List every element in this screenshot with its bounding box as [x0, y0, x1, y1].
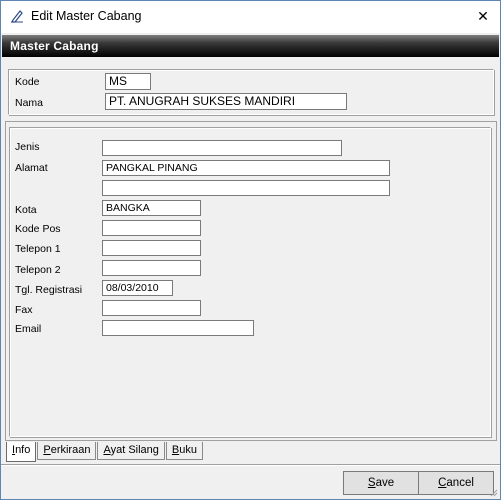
tab-perkiraan[interactable]: Perkiraan: [37, 442, 97, 460]
email-field[interactable]: [102, 320, 254, 336]
telepon1-field[interactable]: [102, 240, 201, 256]
save-label: ave: [375, 477, 395, 489]
kode-pos-label: Kode Pos: [15, 223, 61, 235]
alamat-line2-field[interactable]: [102, 180, 390, 196]
footer-separator: [1, 464, 500, 466]
edit-master-cabang-window: Edit Master Cabang ✕ Master Cabang Kode …: [0, 0, 501, 500]
tgl-label-rest: l. Registrasi: [27, 284, 83, 296]
telepon2-label: Telepon 2: [15, 264, 61, 276]
tab-ayat-silang[interactable]: Ayat Silang: [97, 442, 165, 460]
close-button[interactable]: ✕: [472, 5, 494, 27]
tab-info-label: nfo: [15, 444, 31, 456]
tgl-registrasi-label: Tgl. Registrasi: [15, 284, 82, 296]
kode-pos-field[interactable]: [102, 220, 201, 236]
tab-buku-label: uku: [179, 444, 197, 456]
tab-ayat-accel: A: [103, 444, 111, 456]
close-icon: ✕: [477, 7, 489, 24]
tab-perkiraan-accel: P: [43, 444, 51, 456]
save-accel: S: [367, 477, 376, 489]
telepon1-label: Telepon 1: [15, 243, 61, 255]
fax-label: Fax: [15, 304, 33, 316]
jenis-field[interactable]: [102, 140, 342, 156]
save-button[interactable]: Save: [343, 471, 419, 495]
tgl-registrasi-field[interactable]: 08/03/2010: [102, 280, 173, 296]
nama-label: Nama: [15, 97, 44, 109]
cancel-accel: C: [438, 477, 447, 489]
kota-field[interactable]: BANGKA: [102, 200, 201, 216]
cancel-button[interactable]: Cancel: [418, 471, 494, 495]
fax-field[interactable]: [102, 300, 201, 316]
jenis-label: Jenis: [15, 141, 40, 153]
resize-grip-icon[interactable]: [488, 487, 498, 497]
window-title: Edit Master Cabang: [31, 9, 142, 23]
alamat-field[interactable]: PANGKAL PINANG: [102, 160, 390, 176]
kode-field[interactable]: MS: [105, 73, 151, 90]
alamat-label: Alamat: [15, 162, 48, 174]
tab-info[interactable]: Info: [6, 442, 37, 462]
kota-label: Kota: [15, 204, 37, 216]
cancel-label: ancel: [446, 477, 474, 489]
nama-field[interactable]: PT. ANUGRAH SUKSES MANDIRI: [105, 93, 347, 110]
tab-ayat-label: yat Silang: [110, 444, 159, 456]
kode-label: Kode: [15, 76, 40, 88]
pen-edit-icon: [10, 9, 24, 23]
section-header: Master Cabang: [2, 35, 499, 57]
tab-perkiraan-label: erkiraan: [50, 444, 91, 456]
tab-strip: Info Perkiraan Ayat Silang Buku: [6, 442, 204, 462]
title-bar[interactable]: Edit Master Cabang ✕: [1, 1, 500, 33]
tab-buku[interactable]: Buku: [165, 442, 203, 460]
email-label: Email: [15, 323, 42, 335]
telepon2-field[interactable]: [102, 260, 201, 276]
